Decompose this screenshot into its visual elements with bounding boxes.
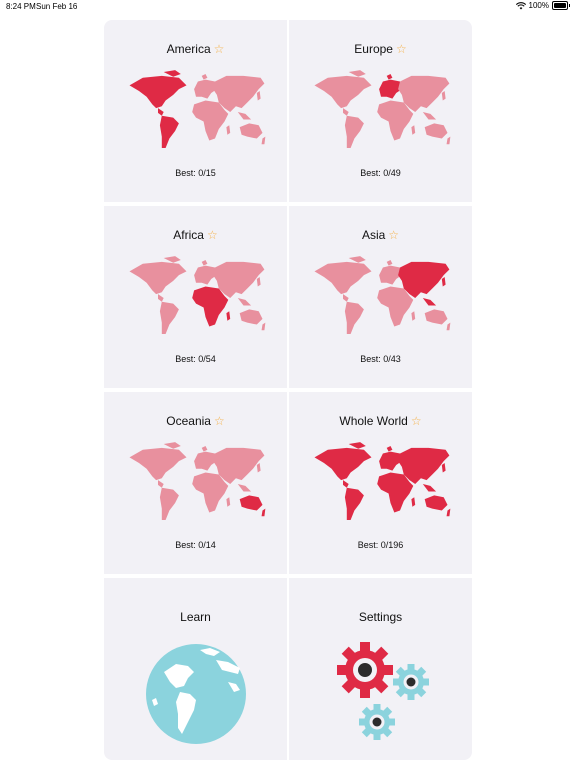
star-icon: ☆ xyxy=(206,228,218,242)
quiz-title: Europe ☆ xyxy=(354,42,407,56)
world-map-america xyxy=(129,70,266,149)
learn-card[interactable]: Learn xyxy=(104,578,287,760)
star-icon: ☆ xyxy=(213,42,225,56)
best-score: Best: 0/15 xyxy=(175,168,216,178)
world-map-africa xyxy=(129,256,266,335)
status-right: 100% xyxy=(515,1,570,10)
quiz-card-oceania[interactable]: Oceania ☆ Best: 0/14 xyxy=(104,392,287,574)
star-icon: ☆ xyxy=(410,414,422,428)
quiz-card-africa[interactable]: Africa ☆ Best: 0/54 xyxy=(104,206,287,388)
quiz-card-america[interactable]: America ☆ Best: 0/15 xyxy=(104,20,287,202)
best-score: Best: 0/43 xyxy=(360,354,401,364)
quiz-title: Asia ☆ xyxy=(361,228,400,242)
quiz-grid: America ☆ Best: 0/15 Europe ☆ Best: 0/49 A… xyxy=(104,20,472,760)
settings-card[interactable]: Settings xyxy=(289,578,472,760)
settings-title: Settings xyxy=(358,610,403,624)
gears-icon xyxy=(337,642,429,740)
world-map-asia xyxy=(314,256,451,335)
best-score: Best: 0/49 xyxy=(360,168,401,178)
world-map-oceania xyxy=(129,442,266,521)
quiz-card-europe[interactable]: Europe ☆ Best: 0/49 xyxy=(289,20,472,202)
best-score: Best: 0/54 xyxy=(175,354,216,364)
quiz-card-whole-world[interactable]: Whole World ☆ Best: 0/196 xyxy=(289,392,472,574)
star-icon: ☆ xyxy=(388,228,400,242)
learn-title: Learn xyxy=(180,610,211,624)
globe-icon xyxy=(146,644,246,744)
world-map-europe xyxy=(314,70,451,149)
status-time: 8:24 PM xyxy=(6,2,36,11)
status-date: Sun Feb 16 xyxy=(36,2,78,11)
quiz-title: America ☆ xyxy=(166,42,225,56)
wifi-icon xyxy=(515,1,526,9)
star-icon: ☆ xyxy=(395,42,407,56)
battery-icon xyxy=(552,1,568,10)
best-score: Best: 0/196 xyxy=(357,540,404,550)
world-map-whole-world xyxy=(314,442,451,521)
quiz-title: Oceania ☆ xyxy=(166,414,225,428)
quiz-title: Africa ☆ xyxy=(173,228,218,242)
quiz-title: Whole World ☆ xyxy=(339,414,422,428)
best-score: Best: 0/14 xyxy=(175,540,216,550)
status-bar: 8:24 PM Sun Feb 16 100% xyxy=(0,0,576,14)
star-icon: ☆ xyxy=(213,414,225,428)
battery-percent: 100% xyxy=(528,1,549,10)
quiz-card-asia[interactable]: Asia ☆ Best: 0/43 xyxy=(289,206,472,388)
